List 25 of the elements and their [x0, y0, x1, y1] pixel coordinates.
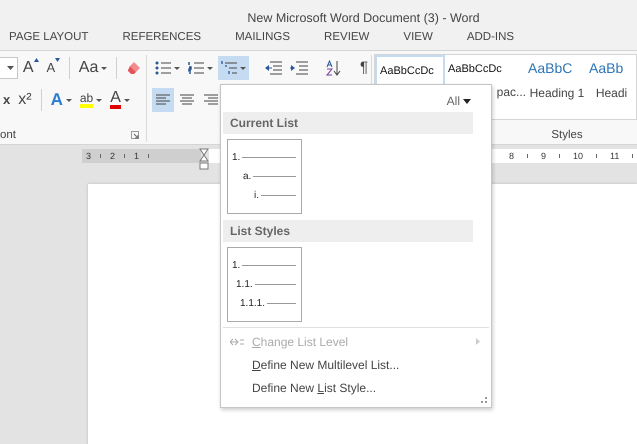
ruler-number: 10: [573, 151, 584, 161]
list-level-number: i.: [254, 190, 259, 201]
section-header: List Styles: [223, 220, 473, 242]
style-name: Headi: [596, 86, 628, 100]
group-label: Styles: [551, 129, 583, 141]
ruler-number: 9: [541, 151, 546, 161]
list-level-number: 1.1.: [236, 279, 253, 290]
ruler-number: 2: [110, 151, 116, 161]
style-name: pac...: [496, 85, 526, 99]
style-preview: AaBbC: [528, 60, 572, 76]
list-level-number: 1.: [232, 152, 240, 163]
style-name: Heading 1: [530, 86, 584, 100]
group-label: ont: [0, 129, 16, 141]
list-level-number: a.: [243, 171, 252, 182]
list-level-number: 1.1.1.: [240, 298, 266, 309]
window-title: New Microsoft Word Document (3) - Word: [247, 11, 480, 27]
ruler-number: 1: [134, 151, 140, 161]
style-preview: AaBbCcDc: [380, 65, 434, 77]
ruler-number: 11: [610, 151, 620, 161]
style-preview: AaBb: [589, 60, 624, 76]
ruler-number: 8: [509, 151, 514, 161]
style-preview: AaBbCcDc: [448, 63, 502, 75]
list-level-number: 1.: [232, 260, 240, 271]
ruler-number: 3: [86, 151, 92, 161]
section-header: Current List: [223, 112, 473, 134]
